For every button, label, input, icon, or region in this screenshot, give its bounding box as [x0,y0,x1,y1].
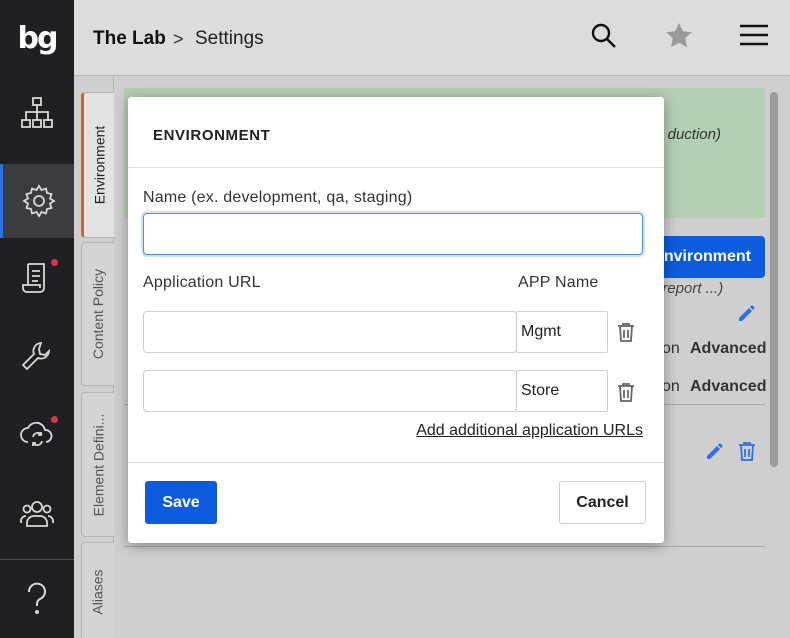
environment-dialog: ENVIRONMENT Name (ex. development, qa, s… [128,97,664,543]
trash-icon[interactable] [615,321,637,343]
hamburger-menu-icon[interactable] [738,20,770,52]
search-icon[interactable] [588,20,620,52]
tab-label: Environment [91,125,107,205]
row-partial-text: on [662,378,680,395]
users-icon [20,501,54,527]
vertical-tabs: Environment Content Policy Element Defin… [74,76,114,638]
breadcrumb-separator: > [173,29,184,49]
help-icon [27,582,46,614]
notification-dot [51,416,58,423]
save-button[interactable]: Save [145,481,217,524]
trash-icon[interactable] [615,381,637,403]
tab-label: Element Defini... [90,413,106,516]
name-label: Name (ex. development, qa, staging) [143,189,413,206]
advanced-link[interactable]: Advanced [690,340,766,358]
advanced-link[interactable]: Advanced [690,378,766,396]
dialog-title: ENVIRONMENT [153,127,271,144]
sidebar-item-sync[interactable] [0,396,74,470]
app-name-label: APP Name [518,274,599,291]
dialog-divider [128,462,664,463]
app-name-input[interactable] [516,311,608,353]
application-url-input[interactable] [143,311,517,353]
scrollbar[interactable] [770,92,778,467]
sidebar-item-users[interactable] [0,476,74,550]
tab-label: Aliases [90,569,107,615]
app-logo[interactable]: bg [0,0,74,76]
application-url-label: Application URL [143,274,261,291]
tab-aliases[interactable]: Aliases [81,542,114,638]
sidebar-divider [0,559,74,560]
sidebar: bg [0,0,74,638]
tab-element-definitions[interactable]: Element Defini... [81,392,114,537]
notification-dot [51,259,58,266]
tab-environment[interactable]: Environment [81,92,114,238]
app-name-input[interactable] [516,370,608,412]
gear-icon [21,184,56,218]
trash-icon[interactable] [736,440,758,462]
hierarchy-icon [21,97,53,128]
pencil-icon[interactable] [736,302,758,324]
banner-text: duction) [667,126,721,143]
document-icon [22,263,45,293]
row-partial-text: on [662,340,680,357]
sidebar-item-settings[interactable] [0,164,74,238]
dialog-divider [128,167,664,168]
tab-label: Content Policy [90,268,106,360]
add-application-urls-link[interactable]: Add additional application URLs [416,422,643,440]
pencil-icon[interactable] [704,440,726,462]
sidebar-item-hierarchy[interactable] [0,76,74,150]
row-divider [124,546,765,547]
report-note: t report ...) [654,280,724,297]
application-url-input[interactable] [143,370,517,412]
tab-content-policy[interactable]: Content Policy [81,242,114,386]
top-header: The Lab > Settings [74,0,790,76]
sidebar-item-help[interactable] [0,561,74,635]
cancel-button[interactable]: Cancel [559,481,646,524]
breadcrumb-current: Settings [195,28,264,49]
add-environment-button[interactable]: nvironment [649,236,765,278]
wrench-icon [21,342,51,371]
sidebar-item-tools[interactable] [0,320,74,394]
star-icon[interactable] [663,20,695,52]
name-input[interactable] [143,213,643,255]
breadcrumb-root[interactable]: The Lab [93,28,166,50]
cloud-sync-icon [20,421,53,446]
sidebar-item-reports[interactable] [0,241,74,315]
